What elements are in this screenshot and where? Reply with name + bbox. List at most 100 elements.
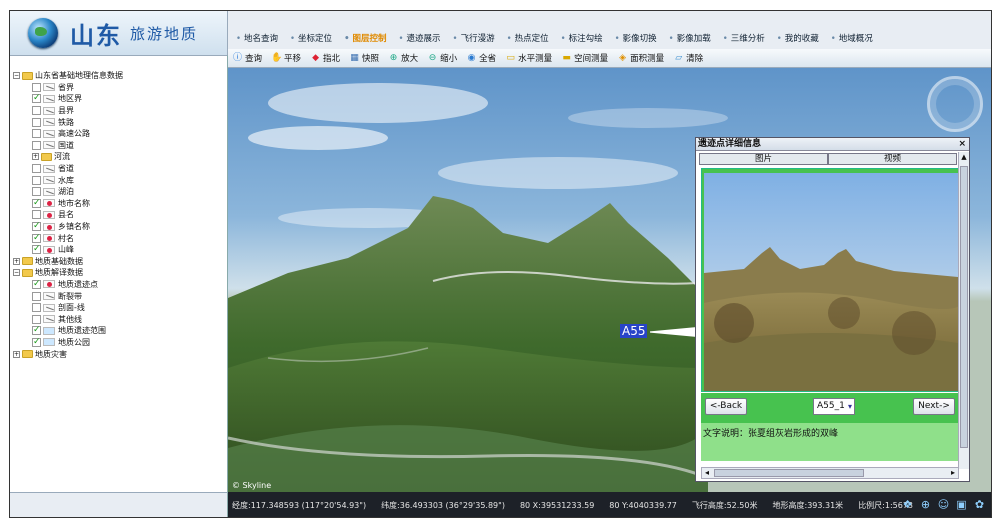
back-button[interactable]: <-Back xyxy=(705,398,747,415)
tree-label: 水库 xyxy=(58,175,74,185)
tree-layer[interactable]: 剖面-线 xyxy=(10,302,227,314)
layer-checkbox[interactable] xyxy=(32,210,41,220)
close-icon[interactable]: × xyxy=(958,138,966,151)
tree-label: 乡镇名称 xyxy=(58,222,90,232)
photo-select[interactable]: A55_1 xyxy=(813,398,855,415)
tool-globe[interactable]: ◉ 全省 xyxy=(466,52,496,65)
center-icon[interactable]: ⊕ xyxy=(918,497,933,512)
layer-checkbox[interactable] xyxy=(32,140,41,150)
tree-layer[interactable]: 湖泊 xyxy=(10,186,227,198)
layer-checkbox[interactable] xyxy=(32,233,41,243)
tool-info[interactable]: ⓘ 查询 xyxy=(232,52,262,65)
tool-snapshot[interactable]: ▦ 快照 xyxy=(349,52,379,65)
scroll-left-icon[interactable]: ◂ xyxy=(702,468,712,478)
tree-layer[interactable]: 高速公路 xyxy=(10,128,227,140)
scroll-up-icon[interactable]: ▲ xyxy=(959,152,969,162)
layer-checkbox[interactable] xyxy=(32,221,41,232)
layer-checkbox[interactable] xyxy=(32,175,41,185)
layer-checkbox[interactable] xyxy=(32,291,41,301)
layer-checkbox[interactable] xyxy=(32,129,41,139)
image-icon[interactable]: ▣ xyxy=(954,497,969,512)
tool-ruler[interactable]: ▭ 水平测量 xyxy=(505,52,553,65)
tree-layer[interactable]: 省道 xyxy=(10,163,227,175)
layer-checkbox[interactable] xyxy=(32,303,41,313)
scroll-right-icon[interactable]: ▸ xyxy=(948,468,958,478)
expand-icon[interactable]: + xyxy=(32,153,39,161)
layer-checkbox[interactable] xyxy=(32,164,41,174)
menu-item[interactable]: 我的收藏 xyxy=(771,32,825,44)
tree-layer[interactable]: 地市名称 xyxy=(10,198,227,210)
menu-item[interactable]: 坐标定位 xyxy=(284,32,338,44)
tree-group[interactable]: − 山东省基础地理信息数据 xyxy=(10,70,227,82)
menu-item[interactable]: 地域概况 xyxy=(825,32,879,44)
tree-layer[interactable]: 地质遗迹范围 xyxy=(10,325,227,337)
collapse-icon[interactable]: − xyxy=(13,72,20,80)
layer-checkbox[interactable] xyxy=(32,117,41,127)
tree-layer[interactable]: 断裂带 xyxy=(10,290,227,302)
layer-checkbox[interactable] xyxy=(32,279,41,289)
tool-ruler-3d[interactable]: ▬ 空间测量 xyxy=(561,52,608,65)
tree-layer[interactable]: 县界 xyxy=(10,105,227,117)
tab-image[interactable]: 图片 xyxy=(699,153,828,165)
menu-item[interactable]: 标注勾绘 xyxy=(555,32,609,44)
tree-group[interactable]: + 河流 xyxy=(10,151,227,163)
menu-item[interactable]: 地名查询 xyxy=(230,32,284,44)
tree-layer[interactable]: 县名 xyxy=(10,209,227,221)
tool-area[interactable]: ◈ 面积测量 xyxy=(617,52,664,65)
menu-item[interactable]: 影像加载 xyxy=(663,32,717,44)
tree-layer[interactable]: 地质公园 xyxy=(10,337,227,349)
tab-video[interactable]: 视频 xyxy=(828,153,957,165)
site-marker[interactable]: A55 xyxy=(620,324,648,338)
expand-icon[interactable]: + xyxy=(13,350,20,358)
tree-layer[interactable]: 省界 xyxy=(10,82,227,94)
tree-layer[interactable]: 地质遗迹点 xyxy=(10,279,227,291)
tree-layer[interactable]: 地区界 xyxy=(10,93,227,105)
scroll-thumb-horizontal[interactable] xyxy=(714,469,864,477)
tree-group[interactable]: − 地质解译数据 xyxy=(10,267,227,279)
tool-label: 水平测量 xyxy=(518,54,553,64)
menu-item[interactable]: 热点定位 xyxy=(501,32,555,44)
menu-item[interactable]: 飞行漫游 xyxy=(447,32,501,44)
status-flight-height: 飞行高度:52.50米 xyxy=(691,500,758,510)
layer-checkbox[interactable] xyxy=(32,82,41,92)
collapse-icon[interactable]: − xyxy=(13,269,20,277)
layer-checkbox[interactable] xyxy=(32,93,41,104)
tree-layer[interactable]: 村名 xyxy=(10,232,227,244)
layer-checkbox[interactable] xyxy=(32,198,41,208)
tree-layer[interactable]: 乡镇名称 xyxy=(10,221,227,233)
next-button[interactable]: Next-> xyxy=(913,398,955,415)
tree-layer[interactable]: 山峰 xyxy=(10,244,227,256)
settings-icon[interactable]: ✿ xyxy=(972,497,987,512)
smile-icon[interactable]: ☺ xyxy=(936,497,951,512)
navigation-compass[interactable] xyxy=(927,76,983,132)
paw-icon[interactable]: ❖ xyxy=(900,497,915,512)
tool-eraser[interactable]: ▱ 清除 xyxy=(673,52,704,65)
tree-layer[interactable]: 水库 xyxy=(10,174,227,186)
tool-zoom-in[interactable]: ⊕ 放大 xyxy=(388,52,418,65)
tool-label: 缩小 xyxy=(440,54,458,64)
tool-zoom-out[interactable]: ⊖ 缩小 xyxy=(427,52,458,65)
tool-label: 清除 xyxy=(686,54,704,64)
layer-checkbox[interactable] xyxy=(32,337,41,347)
scroll-thumb[interactable] xyxy=(960,166,968,448)
layer-checkbox[interactable] xyxy=(32,314,41,324)
tool-north-arrow[interactable]: ◆ 指北 xyxy=(310,52,340,65)
tree-layer[interactable]: 铁路 xyxy=(10,116,227,128)
layer-checkbox[interactable] xyxy=(32,187,41,197)
tool-hand[interactable]: ✋ 平移 xyxy=(271,52,301,65)
tree-group[interactable]: + 地质基础数据 xyxy=(10,256,227,268)
tree-layer[interactable]: 其他线 xyxy=(10,313,227,325)
layer-checkbox[interactable] xyxy=(32,244,41,255)
menu-item[interactable]: 图层控制 xyxy=(338,32,392,44)
popup-horizontal-scrollbar[interactable]: ◂ ▸ xyxy=(701,467,959,479)
menu-item[interactable]: 遗迹展示 xyxy=(393,32,447,44)
layer-checkbox[interactable] xyxy=(32,106,41,116)
tree-group[interactable]: + 地质灾害 xyxy=(10,348,227,360)
expand-icon[interactable]: + xyxy=(13,257,20,265)
menu-item[interactable]: 三维分析 xyxy=(717,32,771,44)
popup-vertical-scrollbar[interactable]: ▲ xyxy=(958,152,969,469)
tree-layer[interactable]: 国道 xyxy=(10,140,227,152)
layer-symbol-icon xyxy=(43,106,55,115)
menu-item[interactable]: 影像切换 xyxy=(609,32,663,44)
layer-checkbox[interactable] xyxy=(32,325,41,336)
